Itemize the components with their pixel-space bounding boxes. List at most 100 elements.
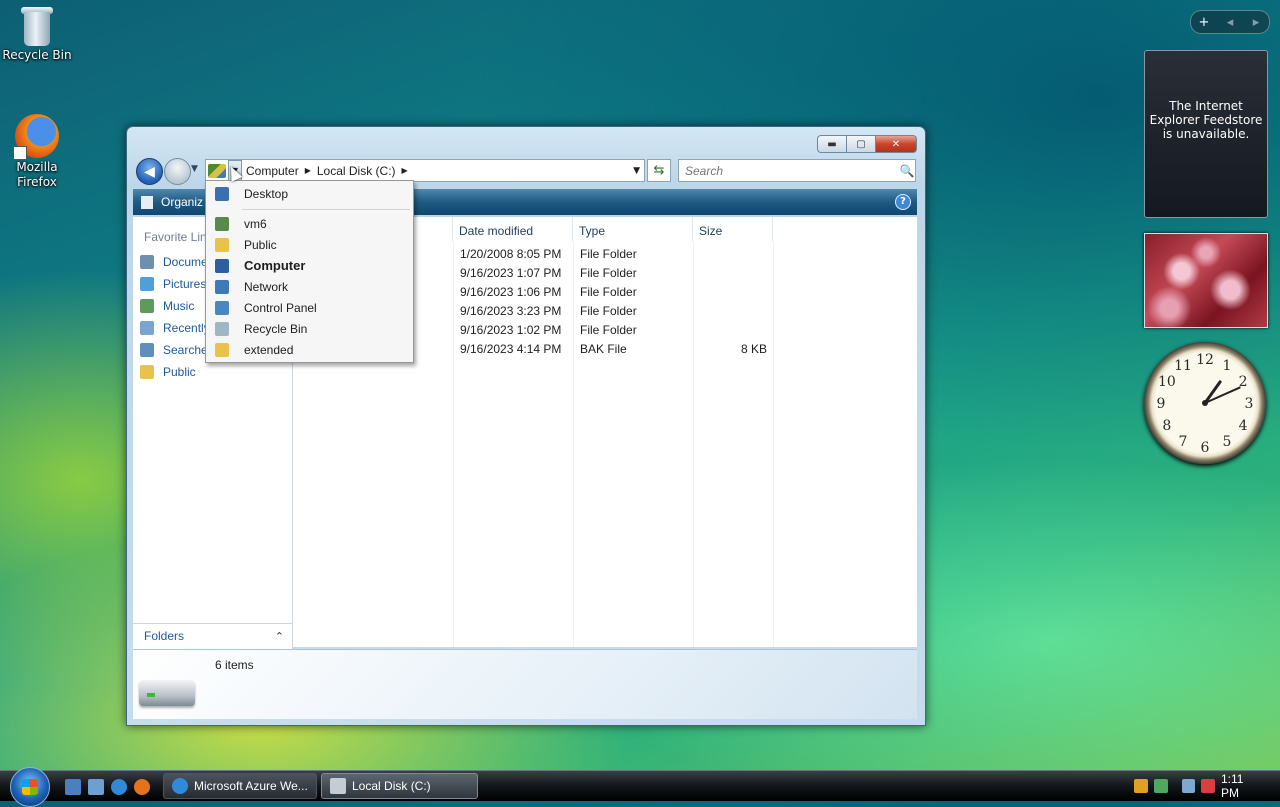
folders-toggle[interactable]: Folders ⌃	[133, 623, 292, 648]
address-history-dropdown[interactable]: ▼	[633, 166, 640, 176]
folder-icon	[140, 365, 154, 379]
recent-pages-button[interactable]: ▼	[191, 164, 198, 174]
breadcrumb-computer[interactable]: Computer	[242, 164, 303, 178]
fav-link-documents[interactable]: Docume	[140, 251, 210, 273]
search-icon[interactable]: 🔍	[899, 164, 915, 178]
documents-icon	[140, 255, 154, 269]
cell-date: 9/16/2023 3:23 PM	[460, 304, 562, 318]
item-count: 6 items	[215, 658, 254, 672]
slideshow-gadget[interactable]	[1144, 233, 1268, 328]
clock-numeral: 6	[1201, 440, 1210, 456]
cell-date: 9/16/2023 4:14 PM	[460, 342, 562, 356]
network-status-icon[interactable]	[1181, 779, 1196, 793]
cell-type: BAK File	[580, 342, 627, 356]
breadcrumb-separator-arrow[interactable]: ▶	[303, 166, 313, 175]
search-box[interactable]: 🔍	[678, 159, 916, 182]
clock-numeral: 11	[1174, 358, 1192, 374]
fav-link-public[interactable]: Public	[140, 361, 210, 383]
security-shield-icon[interactable]	[1134, 779, 1148, 793]
details-pane: 6 items	[133, 649, 917, 719]
show-desktop-icon[interactable]	[65, 779, 81, 795]
switch-windows-icon[interactable]	[88, 779, 104, 795]
folders-label: Folders	[144, 629, 185, 643]
network-icon	[215, 279, 229, 294]
cell-date: 9/16/2023 1:02 PM	[460, 323, 562, 337]
taskbar: Microsoft Azure We... Local Disk (C:) 1:…	[0, 767, 1280, 807]
breadcrumb-separator-arrow[interactable]: ▶	[400, 166, 410, 175]
feed-message: The Internet Explorer Feedstore is unava…	[1149, 99, 1263, 141]
cell-type: File Folder	[580, 323, 637, 337]
menu-item-control-panel[interactable]: Control Panel	[206, 297, 413, 318]
address-location-icon	[208, 163, 226, 178]
fav-link-music[interactable]: Music	[140, 295, 210, 317]
firefox-desktop-icon[interactable]: Mozilla Firefox	[0, 114, 77, 190]
clock-gadget[interactable]: 12 1 2 3 4 5 6 7 8 9 10 11	[1144, 342, 1266, 464]
menu-item-public[interactable]: Public	[206, 234, 413, 255]
ie-icon	[172, 778, 188, 794]
menu-item-desktop[interactable]: Desktop	[206, 183, 413, 204]
control-panel-icon	[215, 300, 229, 315]
column-header-date-modified[interactable]: Date modified	[453, 217, 573, 241]
taskbar-button-local-disk[interactable]: Local Disk (C:)	[321, 773, 478, 799]
next-gadget-button[interactable]: ▸	[1243, 15, 1269, 30]
recycle-bin-icon	[215, 321, 229, 336]
recycle-bin-desktop-icon[interactable]: Recycle Bin	[0, 4, 77, 62]
folder-icon	[215, 237, 229, 252]
add-gadget-button[interactable]: +	[1191, 15, 1217, 30]
clock-numeral: 10	[1158, 374, 1176, 390]
close-button[interactable]: ✕	[875, 135, 917, 153]
fav-link-pictures[interactable]: Pictures	[140, 273, 210, 295]
address-bar[interactable]: ▼ Computer ▶ Local Disk (C:) ▶ ▼	[205, 159, 645, 182]
menu-separator	[242, 209, 410, 210]
refresh-button[interactable]: ⇆	[647, 159, 671, 182]
fav-link-searches[interactable]: Searche	[140, 339, 210, 361]
volume-muted-icon[interactable]	[1201, 779, 1215, 793]
column-header-size[interactable]: Size	[693, 217, 773, 241]
music-icon	[140, 299, 154, 313]
cell-date: 9/16/2023 1:07 PM	[460, 266, 562, 280]
taskbar-button-azure[interactable]: Microsoft Azure We...	[163, 773, 317, 799]
refresh-icon: ⇆	[653, 163, 665, 178]
sidebar-controls: + ◂ ▸	[1190, 10, 1270, 34]
organize-button[interactable]: Organiz	[141, 195, 203, 209]
organize-label: Organiz	[161, 195, 204, 209]
cell-size: 8 KB	[740, 342, 767, 356]
forward-button[interactable]	[164, 158, 191, 185]
desktop-icon	[215, 186, 229, 201]
help-button[interactable]: ?	[895, 194, 911, 210]
clock-face: 12 1234567891011	[1157, 352, 1254, 456]
fav-link-recently[interactable]: Recently	[140, 317, 210, 339]
cell-date: 9/16/2023 1:06 PM	[460, 285, 562, 299]
windows-update-icon[interactable]	[1153, 779, 1168, 793]
start-button[interactable]	[10, 767, 50, 807]
menu-item-recycle-bin[interactable]: Recycle Bin	[206, 318, 413, 339]
back-button[interactable]: ◀	[136, 158, 163, 185]
cell-type: File Folder	[580, 285, 637, 299]
firefox-icon	[13, 114, 59, 160]
prev-gadget-button[interactable]: ◂	[1217, 15, 1243, 30]
internet-explorer-icon[interactable]	[111, 779, 127, 795]
menu-item-vm6[interactable]: vm6	[206, 213, 413, 234]
menu-item-extended[interactable]: extended	[206, 339, 413, 360]
column-header-type[interactable]: Type	[573, 217, 693, 241]
user-folder-icon	[215, 216, 229, 231]
breadcrumb-local-disk[interactable]: Local Disk (C:)	[313, 164, 400, 178]
address-dropdown-menu: Desktop vm6 Public Computer Network Cont…	[205, 180, 414, 363]
menu-item-computer[interactable]: Computer	[206, 255, 413, 276]
organize-icon	[141, 195, 153, 209]
search-input[interactable]	[683, 162, 899, 179]
clock-numeral: 7	[1179, 434, 1188, 450]
firefox-label: Mozilla Firefox	[16, 160, 58, 189]
hard-drive-icon	[139, 680, 195, 706]
maximize-button[interactable]: ▢	[846, 135, 875, 153]
firefox-quicklaunch-icon[interactable]	[134, 779, 150, 795]
clock-numeral: 12	[1196, 352, 1214, 368]
feed-headlines-gadget[interactable]: The Internet Explorer Feedstore is unava…	[1144, 50, 1268, 218]
minimize-button[interactable]: ▬	[817, 135, 846, 153]
clock-numeral: 9	[1157, 396, 1166, 412]
menu-item-network[interactable]: Network	[206, 276, 413, 297]
clock-numeral: 4	[1239, 418, 1248, 434]
taskbar-clock[interactable]: 1:11 PM	[1221, 772, 1264, 800]
recycle-bin-label: Recycle Bin	[2, 48, 72, 62]
cell-date: 1/20/2008 8:05 PM	[460, 247, 562, 261]
